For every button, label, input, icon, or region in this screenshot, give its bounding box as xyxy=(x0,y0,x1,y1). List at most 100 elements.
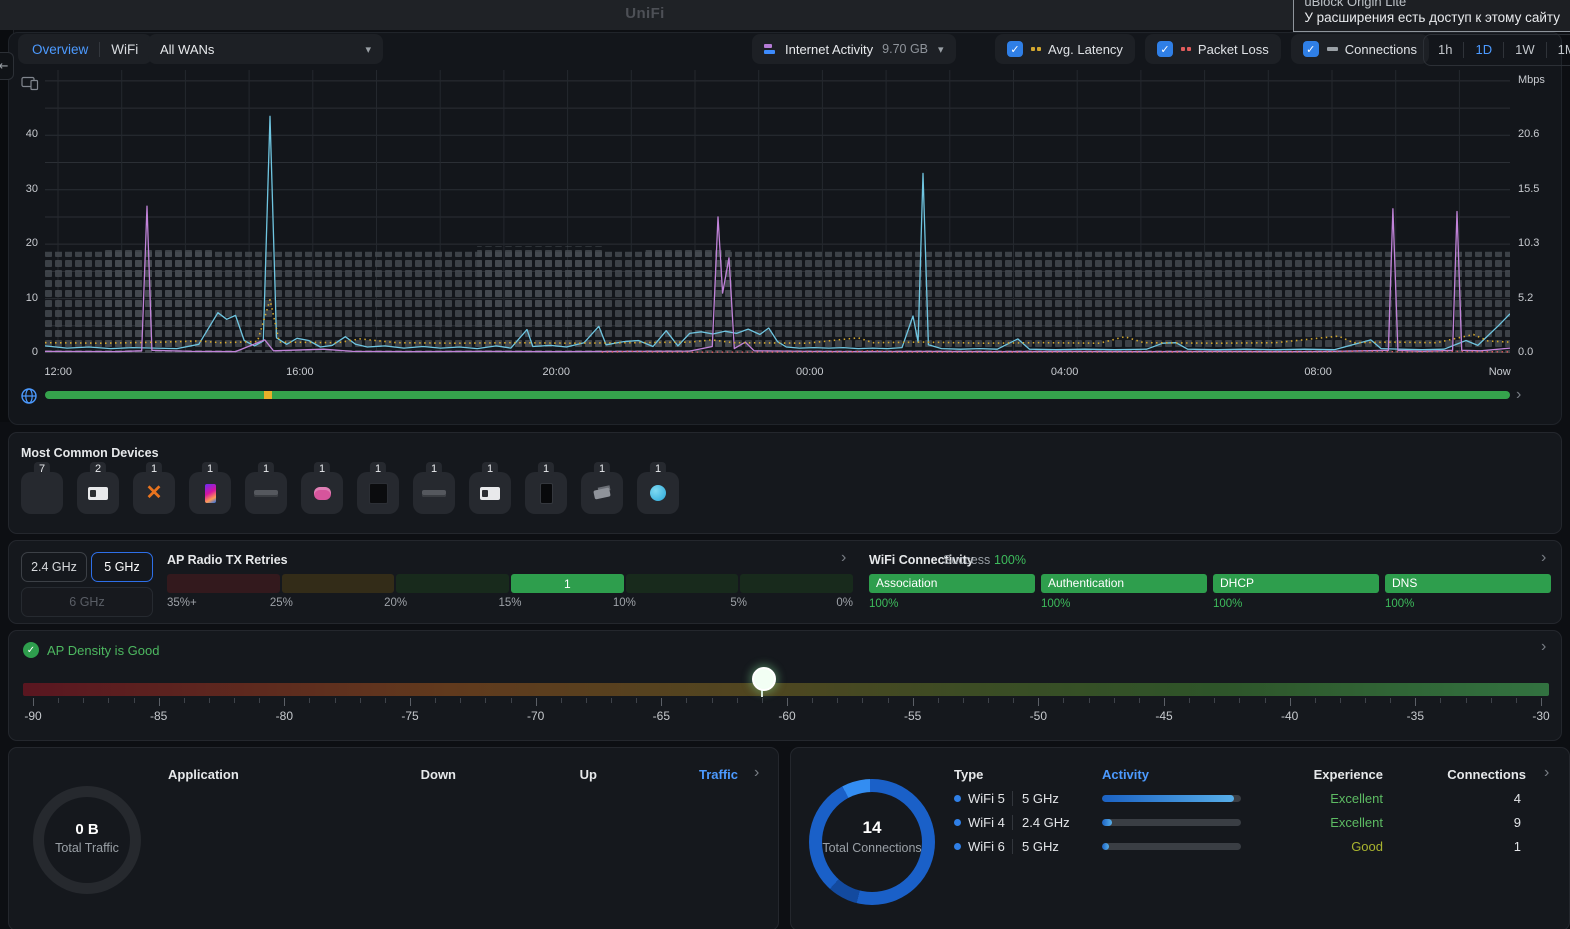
ap-density-marker[interactable] xyxy=(752,667,776,691)
device-count-badge: 1 xyxy=(370,462,386,476)
wifi-connectivity-status-label: Success xyxy=(943,553,990,567)
experience-value: Excellent xyxy=(1263,815,1383,830)
wan-selector[interactable]: All WANs ▾ xyxy=(148,34,383,64)
tab-overview[interactable]: Overview xyxy=(32,42,88,57)
device-tile-black-box[interactable]: 1 xyxy=(357,472,399,514)
device-tile-linux-card[interactable]: 2 xyxy=(77,472,119,514)
timeline-slider[interactable] xyxy=(45,391,1510,399)
traffic-column-application: Application xyxy=(168,767,288,782)
tx-retries-scale-label: 0% xyxy=(813,597,853,609)
ap-density-panel: ✓ AP Density is Good › -90-85-80-75-70-6… xyxy=(8,630,1562,741)
traffic-column-traffic[interactable]: Traffic xyxy=(618,767,738,782)
bar-device-icon xyxy=(422,490,446,497)
connections-count: 9 xyxy=(1406,815,1521,830)
wifi-type-label: WiFi 6 xyxy=(968,839,1005,854)
left-axis-tick: 40 xyxy=(8,128,38,140)
wifi-band-label: 5 GHz xyxy=(1022,839,1059,854)
connections-count: 4 xyxy=(1406,791,1521,806)
device-count-badge: 1 xyxy=(538,462,554,476)
band-button-6ghz[interactable]: 6 GHz xyxy=(21,587,153,617)
chevron-down-icon: ▾ xyxy=(938,43,944,56)
connections-column-connections: Connections xyxy=(1406,767,1526,782)
device-tile-bar-device[interactable]: 1 xyxy=(413,472,455,514)
activity-chart xyxy=(45,70,1510,353)
density-tick xyxy=(335,698,336,703)
checkbox-icon[interactable]: ✓ xyxy=(1303,41,1319,57)
left-axis-tick: 20 xyxy=(8,237,38,249)
connections-column-activity[interactable]: Activity xyxy=(1102,767,1222,782)
time-range-1h[interactable]: 1h xyxy=(1427,42,1463,58)
view-tabs: Overview WiFi xyxy=(18,34,152,64)
app-logo: UniFi xyxy=(600,5,690,22)
tab-wifi[interactable]: WiFi xyxy=(111,42,138,57)
wifi-metric-bar-authentication: Authentication xyxy=(1041,574,1207,593)
internet-activity-selector[interactable]: Internet Activity 9.70 GB ▾ xyxy=(752,34,956,64)
black-phone-icon xyxy=(540,483,553,504)
row-divider xyxy=(1012,791,1013,806)
band-button-2-4ghz[interactable]: 2.4 GHz xyxy=(21,552,87,582)
series-toggles: ✓Avg. Latency ✓Packet Loss ✓Connections xyxy=(995,34,1429,64)
density-tick xyxy=(234,698,235,703)
device-count-badge: 1 xyxy=(202,462,218,476)
device-tile-black-phone[interactable]: 1 xyxy=(525,472,567,514)
series-swatch-icon xyxy=(1031,47,1041,51)
toggle-packet-loss[interactable]: ✓Packet Loss xyxy=(1145,34,1281,64)
time-range-1d[interactable]: 1D xyxy=(1463,42,1503,58)
density-tick xyxy=(108,698,109,703)
experience-value: Excellent xyxy=(1263,791,1383,806)
density-tick xyxy=(913,698,914,706)
device-tile-pink-speaker[interactable]: 1 xyxy=(301,472,343,514)
device-tile-gray-gadget[interactable]: 1 xyxy=(581,472,623,514)
density-tick xyxy=(686,698,687,703)
timeline-marker[interactable] xyxy=(264,391,272,399)
wifi-metric-value: 100% xyxy=(1041,598,1070,610)
density-scale-label: -40 xyxy=(1265,709,1315,723)
wifi-metric-bar-association: Association xyxy=(869,574,1035,593)
toggle-avg-latency[interactable]: ✓Avg. Latency xyxy=(995,34,1135,64)
wifi-connectivity-expand-icon[interactable]: › xyxy=(1541,550,1546,566)
toggle-connections[interactable]: ✓Connections xyxy=(1291,34,1429,64)
density-tick xyxy=(938,698,939,703)
device-count-badge: 1 xyxy=(258,462,274,476)
density-tick xyxy=(1265,698,1266,703)
density-tick xyxy=(410,698,411,706)
device-count-badge: 1 xyxy=(650,462,666,476)
device-count-badge: 1 xyxy=(314,462,330,476)
chevron-down-icon: ▾ xyxy=(365,43,371,56)
device-tile-unknown-device[interactable]: 7 xyxy=(21,472,63,514)
checkbox-icon[interactable]: ✓ xyxy=(1157,41,1173,57)
right-axis-tick: 15.5 xyxy=(1518,183,1564,195)
checkbox-icon[interactable]: ✓ xyxy=(1007,41,1023,57)
density-tick xyxy=(586,698,587,703)
density-tick xyxy=(1089,698,1090,703)
ap-density-expand-icon[interactable]: › xyxy=(1541,639,1546,655)
band-button-5ghz[interactable]: 5 GHz xyxy=(91,552,153,582)
pink-speaker-icon xyxy=(314,487,331,500)
density-tick xyxy=(1466,698,1467,703)
device-tile-linux-card[interactable]: 1 xyxy=(469,472,511,514)
collapse-sidebar-button[interactable]: ⇤ xyxy=(0,52,14,80)
right-axis-tick: 5.2 xyxy=(1518,292,1564,304)
timeline-next-icon[interactable]: › xyxy=(1516,387,1521,403)
density-tick xyxy=(1516,698,1517,703)
density-tick xyxy=(33,698,34,706)
phone-gradient-icon xyxy=(205,484,216,503)
traffic-expand-icon[interactable]: › xyxy=(754,765,759,781)
time-range-1w[interactable]: 1W xyxy=(1503,42,1546,58)
density-tick xyxy=(1440,698,1441,703)
density-tick xyxy=(309,698,310,703)
device-tile-phone-gradient[interactable]: 1 xyxy=(189,472,231,514)
tx-retries-expand-icon[interactable]: › xyxy=(841,550,846,566)
time-range-1m[interactable]: 1M xyxy=(1546,42,1570,58)
density-tick xyxy=(963,698,964,703)
left-axis-tick: 30 xyxy=(8,183,38,195)
connections-expand-icon[interactable]: › xyxy=(1544,765,1549,781)
device-tile-proxmox[interactable]: 1 xyxy=(133,472,175,514)
wifi-type-label: WiFi 4 xyxy=(968,815,1005,830)
device-tile-bar-device[interactable]: 1 xyxy=(245,472,287,514)
row-divider xyxy=(1012,839,1013,854)
x-axis-tick: Now xyxy=(1477,366,1523,378)
device-tile-cyan-device[interactable]: 1 xyxy=(637,472,679,514)
wifi-metric-bar-dhcp: DHCP xyxy=(1213,574,1379,593)
density-tick xyxy=(1164,698,1165,706)
